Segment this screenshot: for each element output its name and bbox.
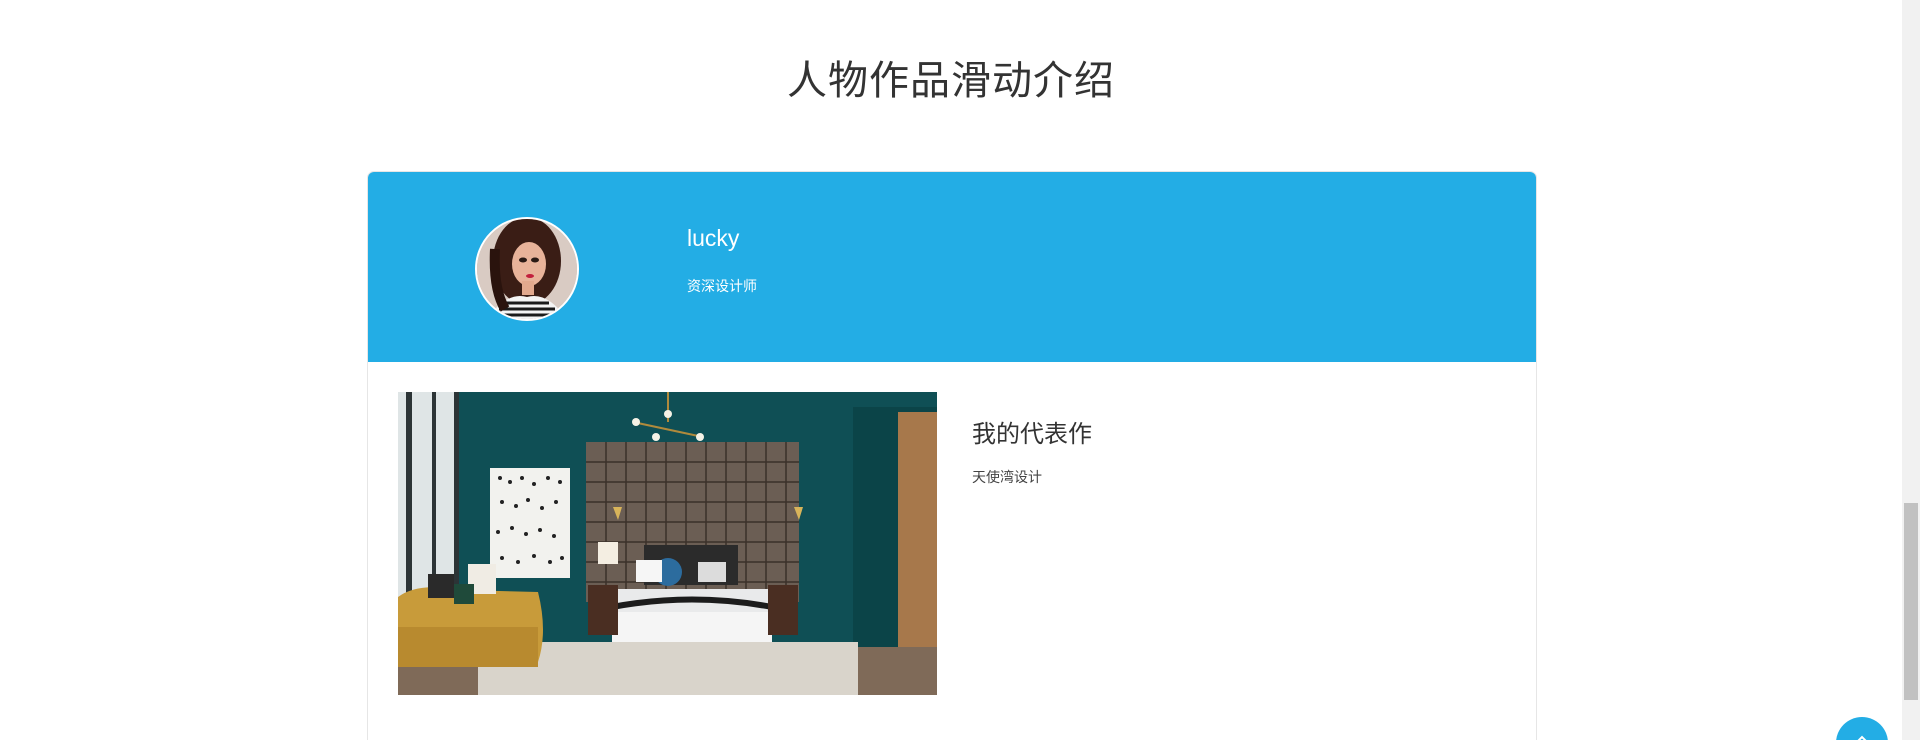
card-header: lucky 资深设计师: [368, 172, 1536, 362]
work-image[interactable]: [398, 392, 937, 695]
bedroom-interior-image: [398, 392, 937, 695]
scrollbar-thumb[interactable]: [1904, 503, 1918, 700]
scrollbar[interactable]: [1902, 0, 1920, 740]
designer-card: lucky 资深设计师 我的代表作 天使湾设计: [367, 171, 1537, 740]
work-title: 我的代表作: [972, 420, 1092, 448]
back-to-top-button[interactable]: [1836, 717, 1888, 740]
chevron-up-icon: [1857, 735, 1867, 740]
avatar: [475, 217, 579, 321]
person-role: 资深设计师: [687, 279, 757, 295]
work-description: 天使湾设计: [972, 470, 1042, 486]
woman-portrait-image: [477, 219, 577, 319]
person-name: lucky: [687, 225, 740, 251]
page: 人物作品滑动介绍 lucky 资深设计师 我的代表作 天使湾设计: [0, 0, 1920, 740]
section-title: 人物作品滑动介绍: [787, 58, 1115, 104]
